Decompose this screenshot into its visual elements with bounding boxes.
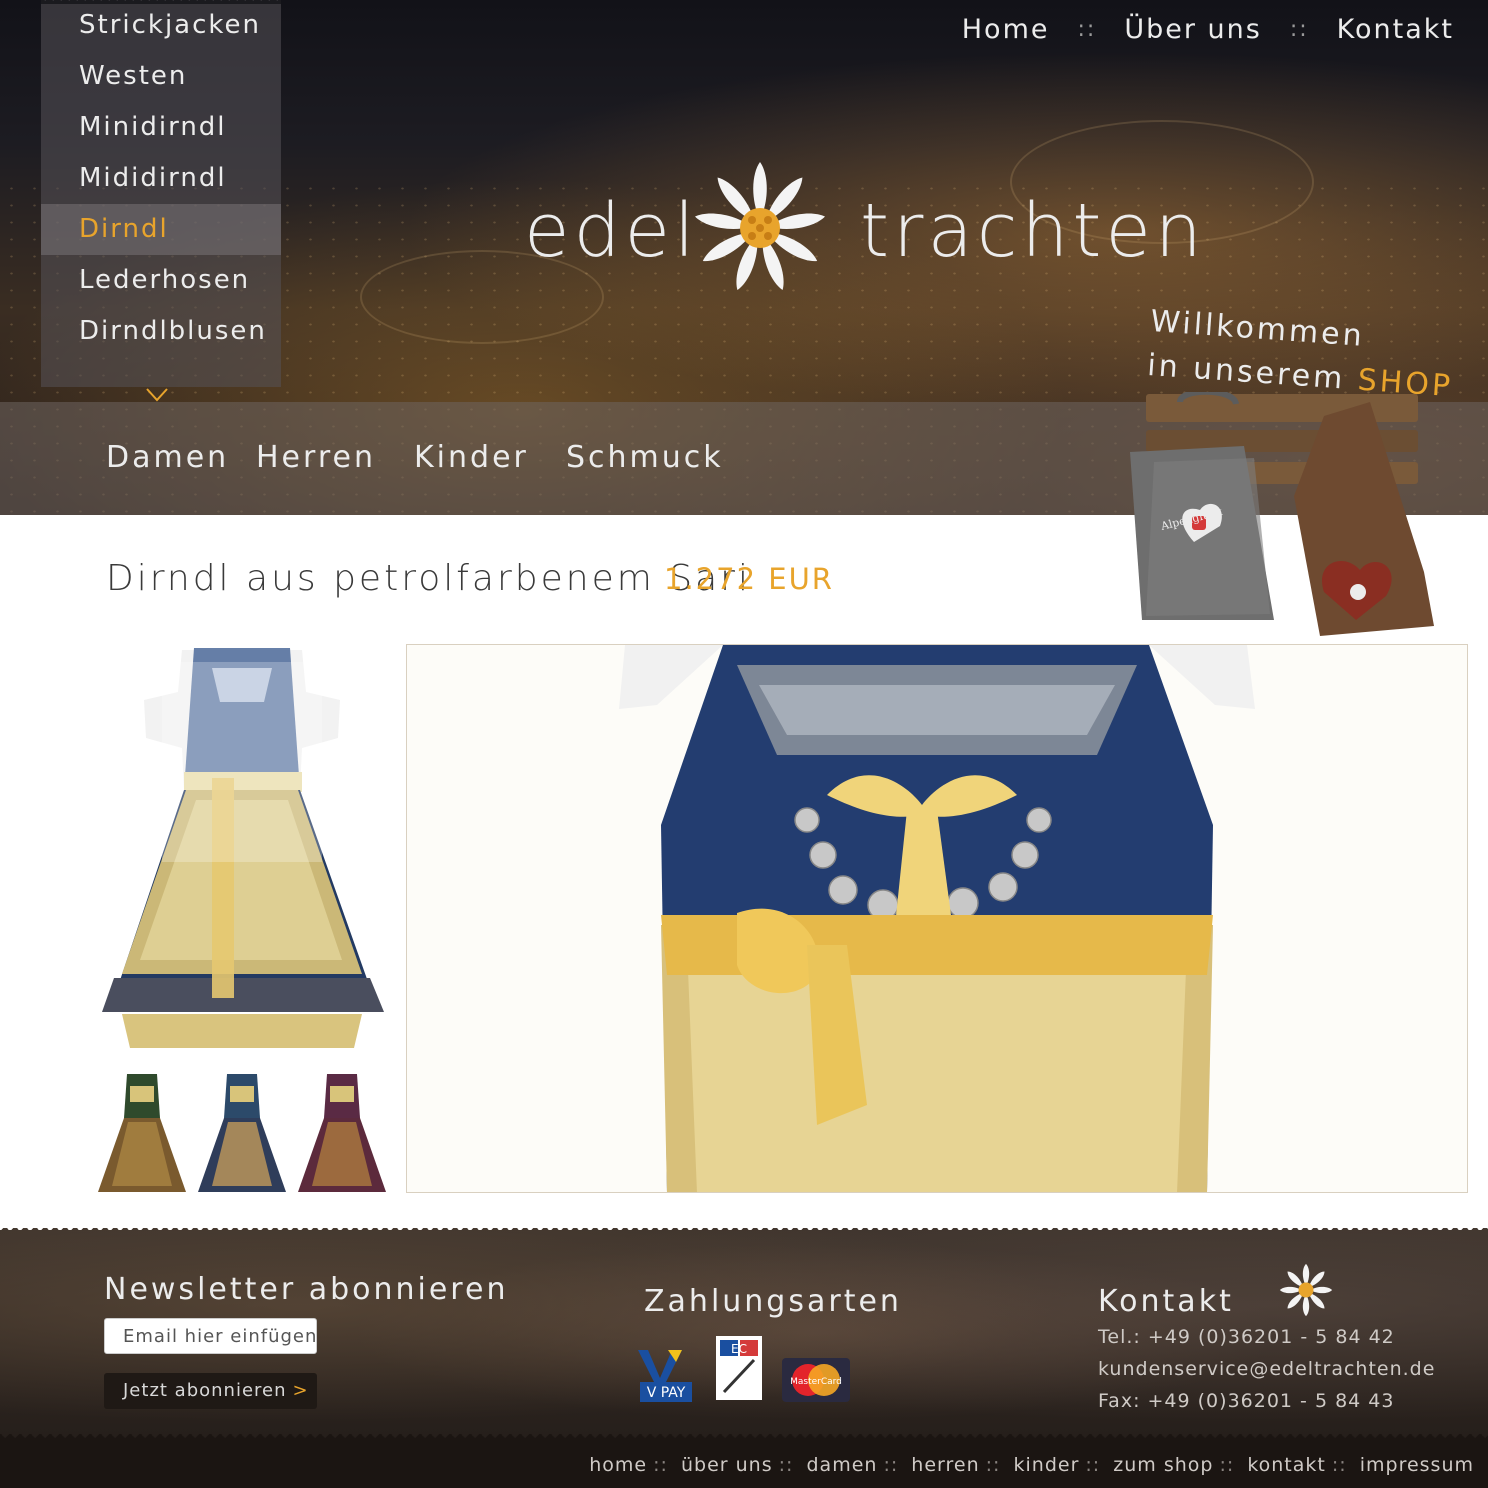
top-navigation: Home :: Über uns :: Kontakt xyxy=(962,14,1454,45)
footer-link-damen[interactable]: damen xyxy=(806,1454,877,1476)
footer-link-shop[interactable]: zum shop xyxy=(1113,1454,1213,1476)
vpay-icon: V PAY xyxy=(638,1350,692,1402)
logo-word-edel: edel xyxy=(524,188,699,274)
mastercard-label: MasterCard xyxy=(790,1377,842,1387)
menu-item-westen[interactable]: Westen xyxy=(41,51,281,102)
menu-item-mididirndl[interactable]: Mididirndl xyxy=(41,153,281,204)
edeltrachten-logo[interactable]: edel trachten xyxy=(524,158,1202,298)
menu-item-minidirndl[interactable]: Minidirndl xyxy=(41,102,281,153)
product-thumbnail-list xyxy=(92,1068,392,1203)
menu-item-strickjacken[interactable]: Strickjacken xyxy=(41,0,281,51)
newsletter-title: Newsletter abonnieren xyxy=(104,1272,509,1307)
thumbnail-purple-dirndl[interactable] xyxy=(292,1068,392,1203)
footer-links: home:: über uns:: damen:: herren:: kinde… xyxy=(589,1454,1474,1476)
contact-title: Kontakt xyxy=(1098,1284,1234,1319)
dirndl-detail-illustration xyxy=(619,645,1255,1192)
vpay-label: V PAY xyxy=(647,1385,686,1401)
category-damen[interactable]: Damen xyxy=(106,440,229,475)
category-schmuck[interactable]: Schmuck xyxy=(566,440,724,475)
category-kinder[interactable]: Kinder xyxy=(414,440,529,475)
menu-zigzag-edge xyxy=(41,0,281,4)
subscribe-button-label: Jetzt abonnieren xyxy=(123,1380,287,1401)
payment-title: Zahlungsarten xyxy=(644,1284,902,1319)
bags-on-bench-illustration: Alpenglück xyxy=(1130,392,1434,636)
nav-separator: :: xyxy=(1077,17,1097,42)
footer-link-contact[interactable]: kontakt xyxy=(1247,1454,1326,1476)
edelweiss-icon xyxy=(695,162,825,291)
ec-label: EC xyxy=(731,1342,747,1356)
subscribe-arrow: > xyxy=(292,1380,309,1401)
nav-home-link[interactable]: Home xyxy=(962,14,1050,45)
menu-item-lederhosen[interactable]: Lederhosen xyxy=(41,255,281,306)
logo-word-trachten: trachten xyxy=(860,188,1206,274)
menu-item-dirndlblusen[interactable]: Dirndlblusen xyxy=(41,306,281,357)
chevron-down-icon xyxy=(146,388,168,402)
contact-email-link[interactable]: kundenservice@edeltrachten.de xyxy=(1098,1358,1435,1380)
contact-fax: Fax: +49 (0)36201 - 5 84 43 xyxy=(1098,1390,1395,1412)
ec-icon: EC xyxy=(716,1336,762,1400)
mastercard-icon: MasterCard xyxy=(782,1358,850,1402)
nav-separator: :: xyxy=(1289,17,1309,42)
footer-link-impressum[interactable]: impressum xyxy=(1360,1454,1474,1476)
product-thumbnail-main[interactable] xyxy=(92,628,392,1058)
thumbnail-green-dirndl[interactable] xyxy=(92,1068,192,1203)
contact-phone: Tel.: +49 (0)36201 - 5 84 42 xyxy=(1098,1326,1395,1348)
nav-contact-link[interactable]: Kontakt xyxy=(1337,14,1454,45)
footer-link-kinder[interactable]: kinder xyxy=(1014,1454,1080,1476)
product-detail-image xyxy=(406,644,1468,1193)
edelweiss-icon xyxy=(1279,1263,1333,1317)
newsletter-email-input[interactable] xyxy=(104,1318,317,1354)
welcome-line-2: in unserem xyxy=(1146,347,1347,397)
menu-item-dirndl[interactable]: Dirndl xyxy=(41,204,281,255)
footer-zigzag-edge xyxy=(0,1222,1488,1230)
footer-link-about[interactable]: über uns xyxy=(681,1454,773,1476)
product-price: 1.272 EUR xyxy=(664,562,834,596)
nav-about-link[interactable]: Über uns xyxy=(1124,14,1262,45)
subcategory-menu: Strickjacken Westen Minidirndl Mididirnd… xyxy=(41,0,281,387)
product-title: Dirndl aus petrolfarbenem Sari xyxy=(106,558,751,599)
footer-link-home[interactable]: home xyxy=(589,1454,647,1476)
footer-link-herren[interactable]: herren xyxy=(911,1454,979,1476)
category-herren[interactable]: Herren xyxy=(256,440,376,475)
thumbnail-petrol-dirndl[interactable] xyxy=(192,1068,292,1203)
subscribe-button[interactable]: Jetzt abonnieren > xyxy=(104,1373,317,1409)
